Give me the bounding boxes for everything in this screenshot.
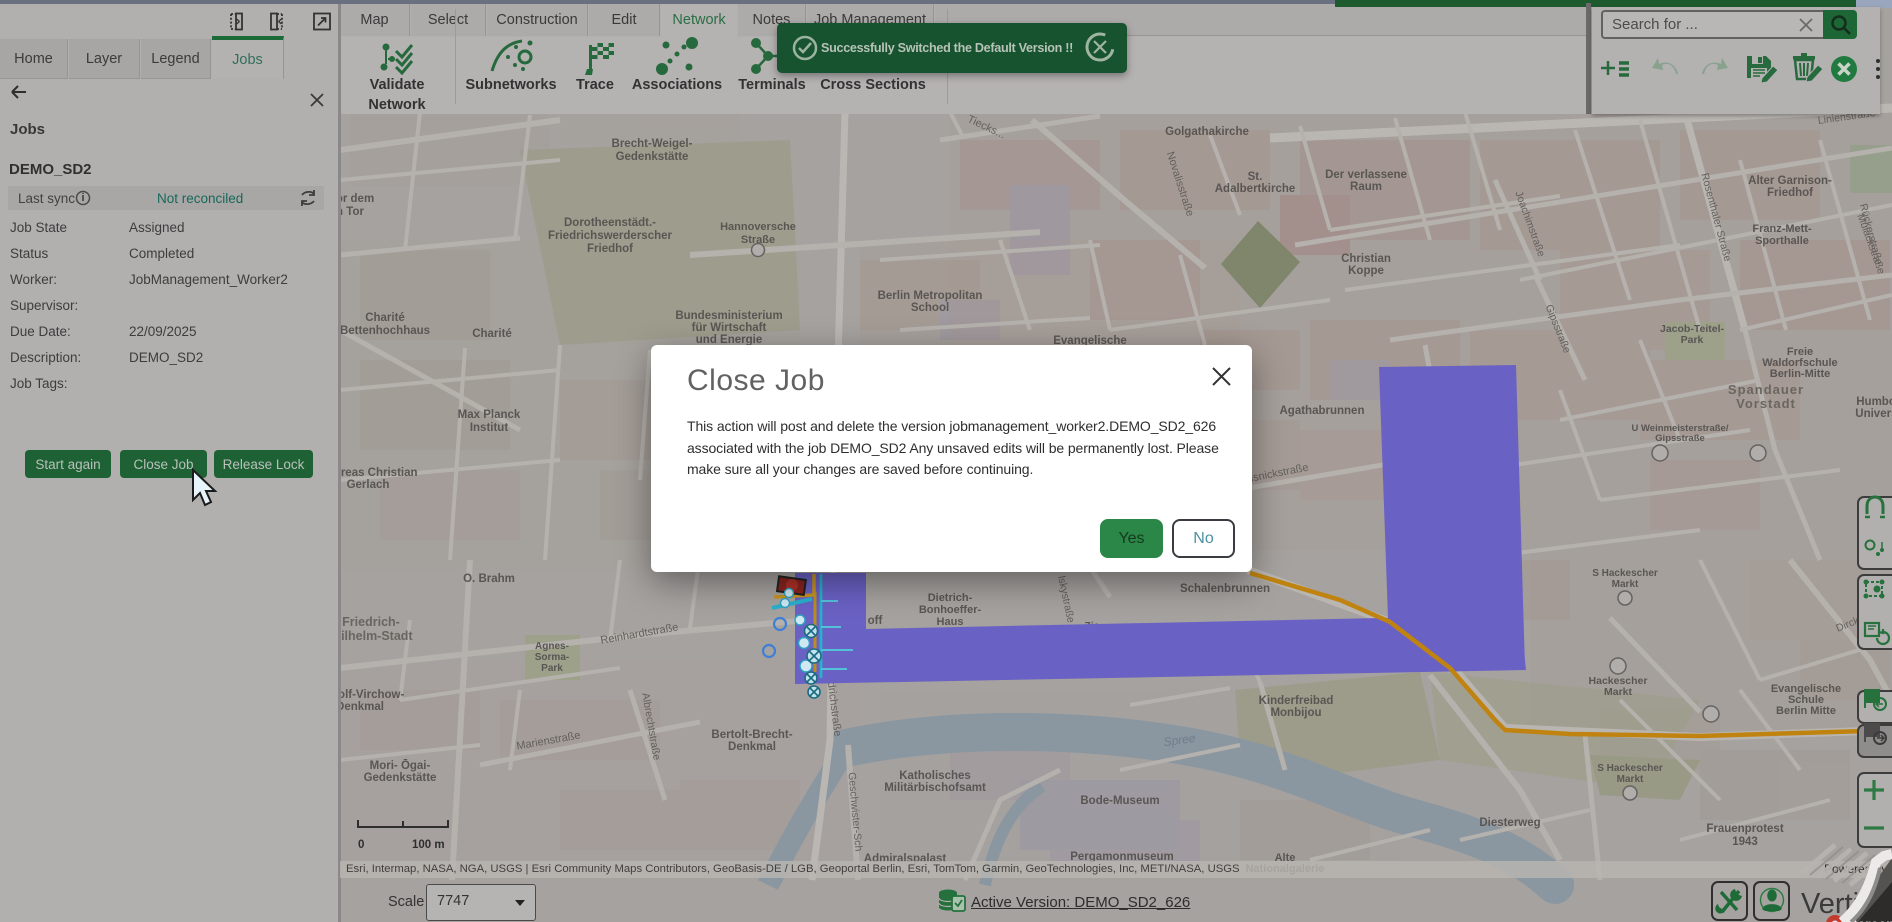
svg-text:0: 0 (358, 839, 364, 851)
svg-text:100 m: 100 m (412, 839, 445, 851)
